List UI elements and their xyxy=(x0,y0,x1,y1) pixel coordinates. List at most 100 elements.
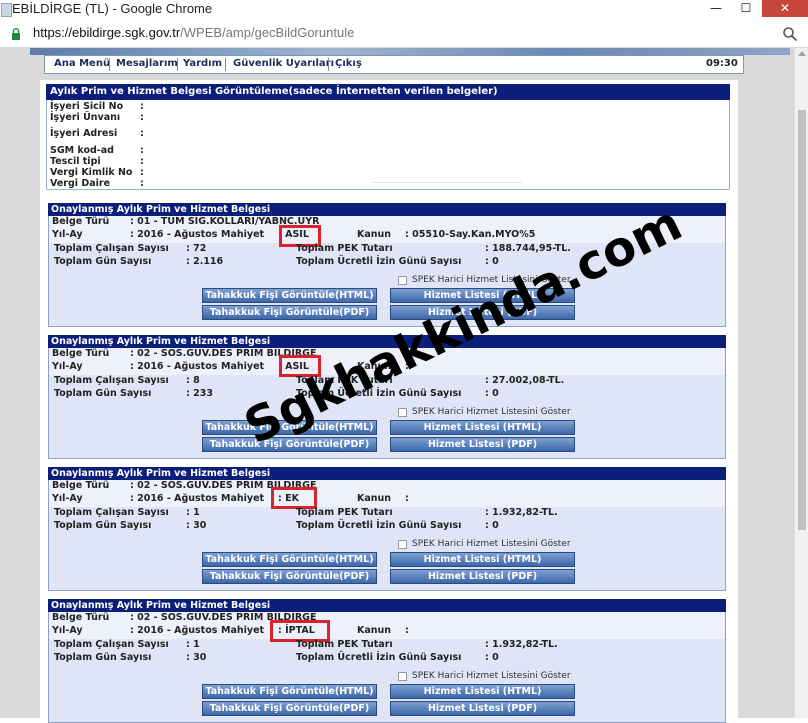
spek-checkbox[interactable] xyxy=(398,408,407,417)
hizmet-pdf-button[interactable]: Hizmet Listesi (PDF) xyxy=(390,569,575,584)
url-host: https://ebildirge.sgk.gov.tr xyxy=(33,25,181,40)
declaration-block: Onaylanmış Aylık Prim ve Hizmet Belgesi … xyxy=(48,599,726,723)
colon: : xyxy=(140,128,144,139)
label-kanun: Kanun xyxy=(357,625,392,636)
label-yil-ay: Yıl-Ay xyxy=(52,493,83,504)
tahakkuk-pdf-button[interactable]: Tahakkuk Fişi Görüntüle(PDF) xyxy=(202,305,377,320)
hizmet-pdf-button[interactable]: Hizmet Listesi (PDF) xyxy=(390,701,575,716)
block-header: Onaylanmış Aylık Prim ve Hizmet Belgesi xyxy=(48,467,726,480)
menu-cikis[interactable]: Çıkış xyxy=(335,58,362,69)
hizmet-pdf-button[interactable]: Hizmet Listesi (PDF) xyxy=(390,437,575,452)
value-toplam-gun: : 30 xyxy=(186,520,207,531)
vertical-scrollbar[interactable] xyxy=(794,48,808,718)
value-toplam-pek: : 27.002,08-TL. xyxy=(485,375,565,386)
minimize-button[interactable]: — xyxy=(702,0,730,17)
label-kanun: Kanun xyxy=(357,493,392,504)
scroll-up-arrow-icon[interactable] xyxy=(798,51,806,56)
value-yil-ay: : 2016 - Ağustos xyxy=(130,229,218,240)
tahakkuk-html-button[interactable]: Tahakkuk Fişi Görüntüle(HTML) xyxy=(202,288,377,303)
lock-icon xyxy=(12,28,20,40)
menu-guvenlik-uyarilari[interactable]: Güvenlik Uyarıları xyxy=(233,58,334,69)
label-isyeri-sicil-no: İşyeri Sicil No xyxy=(50,101,124,112)
session-time: 09:30 xyxy=(706,58,738,69)
value-toplam-calisan: : 72 xyxy=(186,243,207,254)
value-ucretli-izin: : 0 xyxy=(485,652,499,663)
site-banner xyxy=(30,48,790,55)
block-header: Onaylanmış Aylık Prim ve Hizmet Belgesi xyxy=(48,599,726,612)
label-mahiyet: Mahiyet xyxy=(221,229,265,240)
menu-mesajlarim[interactable]: Mesajlarım xyxy=(116,58,178,69)
menu-separator xyxy=(177,58,178,71)
app-logo-icon xyxy=(1,3,12,17)
colon: : xyxy=(140,178,144,189)
url-path: /WPEB/amp/gecBildGoruntule xyxy=(180,25,355,40)
label-toplam-calisan: Toplam Çalışan Sayısı xyxy=(54,243,169,254)
block-header: Onaylanmış Aylık Prim ve Hizmet Belgesi xyxy=(48,203,726,216)
label-toplam-calisan: Toplam Çalışan Sayısı xyxy=(54,375,169,386)
value-ucretli-izin: : 0 xyxy=(485,256,499,267)
label-isyeri-unvani: İşyeri Ünvanı xyxy=(50,112,121,123)
label-isyeri-adresi: İşyeri Adresi xyxy=(50,128,118,139)
value-toplam-gun: : 233 xyxy=(186,388,213,399)
address-bar[interactable]: https://ebildirge.sgk.gov.tr/WPEB/amp/ge… xyxy=(0,22,808,48)
label-tescil-tipi: Tescil tipi xyxy=(50,156,101,167)
scrollbar-thumb[interactable] xyxy=(798,110,806,530)
label-toplam-calisan: Toplam Çalışan Sayısı xyxy=(54,639,169,650)
spek-checkbox[interactable] xyxy=(398,540,407,549)
menu-separator xyxy=(109,58,110,71)
hizmet-html-button[interactable]: Hizmet Listesi (HTML) xyxy=(390,420,575,435)
page-title: Aylık Prim ve Hizmet Belgesi Görüntüleme… xyxy=(46,84,730,100)
spek-checkbox-label: SPEK Harici Hizmet Listesini Göster xyxy=(412,407,571,417)
colon: : xyxy=(140,101,144,112)
hizmet-html-button[interactable]: Hizmet Listesi (HTML) xyxy=(390,684,575,699)
label-toplam-calisan: Toplam Çalışan Sayısı xyxy=(54,507,169,518)
value-yil-ay: : 2016 - Ağustos xyxy=(130,361,218,372)
label-toplam-pek: Toplam PEK Tutarı xyxy=(296,639,393,650)
menu-ana-menu[interactable]: Ana Menü xyxy=(54,58,110,69)
url-text[interactable]: https://ebildirge.sgk.gov.tr/WPEB/amp/ge… xyxy=(33,25,354,40)
value-toplam-pek: : 1.932,82-TL. xyxy=(485,639,558,650)
value-yil-ay: : 2016 - Ağustos xyxy=(130,493,218,504)
value-ucretli-izin: : 0 xyxy=(485,520,499,531)
mahiyet-highlight-box xyxy=(271,487,317,509)
value-kanun: : xyxy=(405,493,409,504)
label-toplam-gun: Toplam Gün Sayısı xyxy=(54,652,152,663)
label-toplam-pek: Toplam PEK Tutarı xyxy=(296,507,393,518)
spek-checkbox[interactable] xyxy=(398,672,407,681)
hizmet-html-button[interactable]: Hizmet Listesi (HTML) xyxy=(390,552,575,567)
value-toplam-calisan: : 8 xyxy=(186,375,200,386)
value-toplam-calisan: : 1 xyxy=(186,639,200,650)
label-kanun: Kanun xyxy=(357,229,392,240)
employer-info-box xyxy=(46,100,730,190)
tahakkuk-html-button[interactable]: Tahakkuk Fişi Görüntüle(HTML) xyxy=(202,552,377,567)
value-ucretli-izin: : 0 xyxy=(485,388,499,399)
tahakkuk-html-button[interactable]: Tahakkuk Fişi Görüntüle(HTML) xyxy=(202,684,377,699)
label-yil-ay: Yıl-Ay xyxy=(52,625,83,636)
value-kanun: : xyxy=(405,625,409,636)
menu-separator xyxy=(225,58,226,71)
label-belge-turu: Belge Türü xyxy=(52,348,110,359)
maximize-button[interactable]: ☐ xyxy=(732,0,760,17)
label-toplam-pek: Toplam PEK Tutarı xyxy=(296,243,393,254)
window-title: EBİLDİRGE (TL) - Google Chrome xyxy=(12,1,213,16)
label-ucretli-izin: Toplam Ücretli İzin Günü Sayısı xyxy=(296,520,462,531)
value-toplam-pek: : 1.932,82-TL. xyxy=(485,507,558,518)
colon: : xyxy=(140,167,144,178)
tahakkuk-pdf-button[interactable]: Tahakkuk Fişi Görüntüle(PDF) xyxy=(202,569,377,584)
label-vergi-daire: Vergi Daire xyxy=(50,178,111,189)
value-toplam-gun: : 30 xyxy=(186,652,207,663)
value-toplam-calisan: : 1 xyxy=(186,507,200,518)
spek-checkbox-label: SPEK Harici Hizmet Listesini Göster xyxy=(412,539,571,549)
label-yil-ay: Yıl-Ay xyxy=(52,361,83,372)
magnifier-icon[interactable] xyxy=(782,26,798,42)
label-sgm-kod-ad: SGM kod-ad xyxy=(50,145,114,156)
menu-yardim[interactable]: Yardım xyxy=(183,58,222,69)
tahakkuk-pdf-button[interactable]: Tahakkuk Fişi Görüntüle(PDF) xyxy=(202,701,377,716)
spek-checkbox[interactable] xyxy=(398,276,407,285)
label-ucretli-izin: Toplam Ücretli İzin Günü Sayısı xyxy=(296,256,462,267)
label-yil-ay: Yıl-Ay xyxy=(52,229,83,240)
colon: : xyxy=(140,145,144,156)
label-belge-turu: Belge Türü xyxy=(52,216,110,227)
label-mahiyet: Mahiyet xyxy=(221,493,265,504)
close-button[interactable]: ✕ xyxy=(762,0,808,17)
